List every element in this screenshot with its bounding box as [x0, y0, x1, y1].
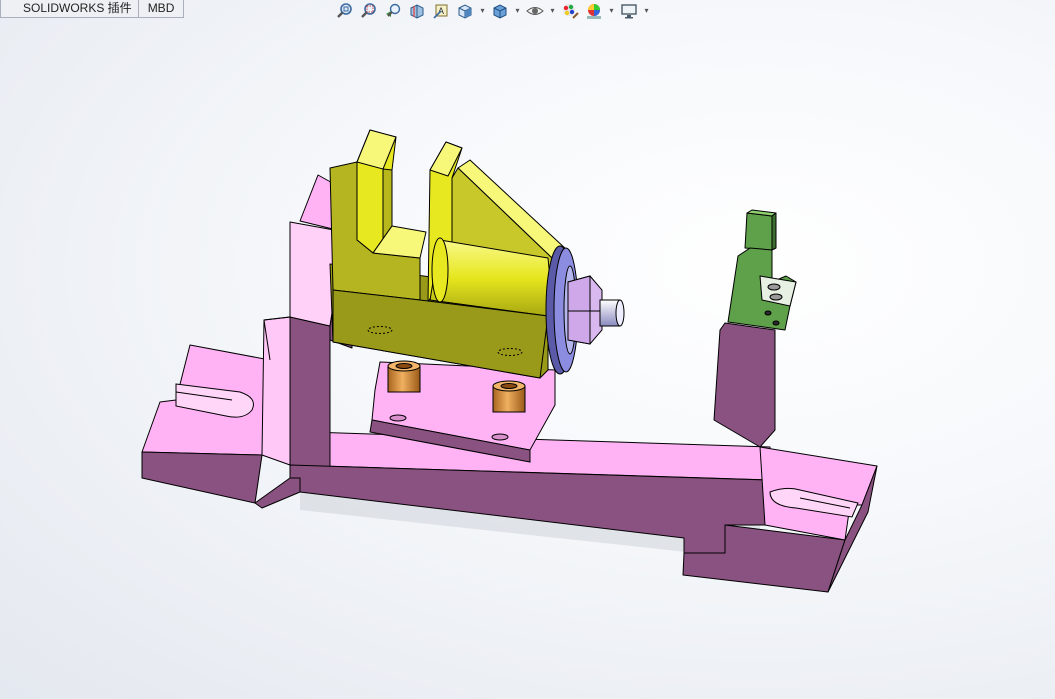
- previous-view-icon: [386, 3, 401, 17]
- view-orientation-icon: [458, 4, 472, 19]
- bushing-right[interactable]: [492, 380, 526, 413]
- fixture-assembly-model[interactable]: [0, 24, 1055, 699]
- command-manager-tabs: SOLIDWORKS 插件 MBD: [0, 0, 185, 18]
- view-settings-dropdown-icon[interactable]: ▾: [642, 0, 651, 22]
- section-view-icon: [410, 4, 424, 19]
- apply-scene-button[interactable]: [583, 0, 605, 22]
- zoom-to-area-button[interactable]: [358, 0, 380, 22]
- tab-solidworks-addins[interactable]: SOLIDWORKS 插件: [0, 0, 139, 18]
- zoom-to-fit-button[interactable]: [334, 0, 356, 22]
- edit-appearance-icon: [563, 4, 579, 19]
- apply-scene-dropdown-icon[interactable]: ▾: [607, 0, 616, 22]
- bushing-left[interactable]: [387, 360, 421, 393]
- view-orientation-dropdown-icon[interactable]: ▾: [478, 0, 487, 22]
- display-style-icon: [493, 4, 507, 19]
- view-settings-icon: [621, 4, 637, 19]
- display-style-button[interactable]: [489, 0, 511, 22]
- apply-scene-icon: [587, 4, 601, 19]
- previous-view-button[interactable]: [382, 0, 404, 22]
- clamp-body[interactable]: [329, 129, 568, 379]
- bolt-shaft[interactable]: [599, 299, 625, 327]
- graphics-area[interactable]: [0, 24, 1055, 699]
- hide-show-items-dropdown-icon[interactable]: ▾: [548, 0, 557, 22]
- hex-nut[interactable]: [567, 275, 603, 345]
- edit-appearance-button[interactable]: [559, 0, 581, 22]
- hide-show-items-icon: [526, 7, 544, 15]
- view-settings-button[interactable]: [618, 0, 640, 22]
- zoom-to-fit-icon: [337, 3, 352, 18]
- zoom-to-area-icon: [361, 3, 376, 18]
- tab-mbd[interactable]: MBD: [137, 0, 185, 18]
- dynamic-annotation-views-icon: A: [433, 4, 448, 19]
- locator-block[interactable]: [727, 209, 797, 331]
- display-style-dropdown-icon[interactable]: ▾: [513, 0, 522, 22]
- section-view-button[interactable]: [406, 0, 428, 22]
- svg-text:A: A: [438, 6, 444, 16]
- dynamic-annotation-views-button[interactable]: A: [430, 0, 452, 22]
- heads-up-view-toolbar: A ▾ ▾ ▾ ▾ ▾: [334, 0, 651, 22]
- hide-show-items-button[interactable]: [524, 0, 546, 22]
- view-orientation-button[interactable]: [454, 0, 476, 22]
